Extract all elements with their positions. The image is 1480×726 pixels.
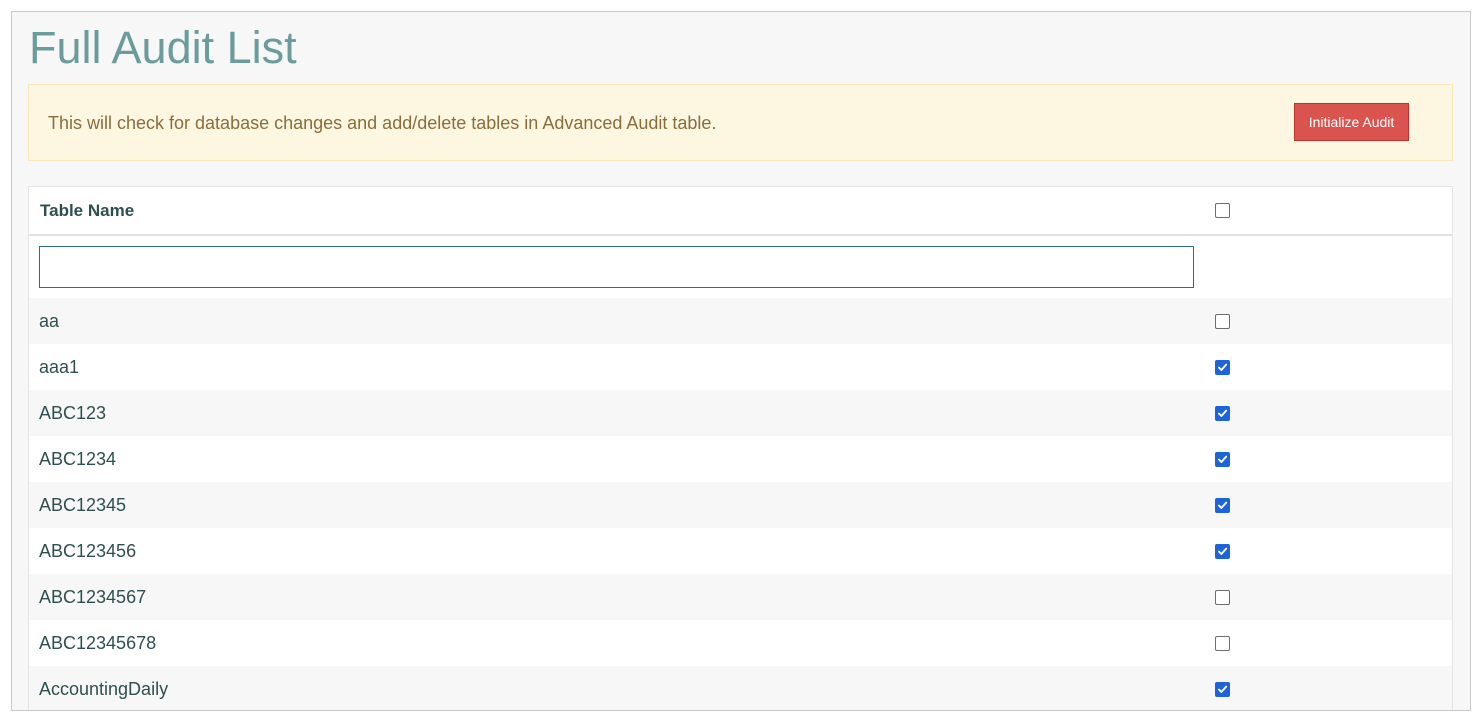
select-all-checkbox[interactable]	[1215, 203, 1230, 218]
table-row-name: ABC1234	[39, 449, 117, 469]
table-row-name: ABC12345678	[39, 633, 157, 653]
row-audit-checkbox[interactable]	[1215, 314, 1230, 329]
row-audit-checkbox[interactable]	[1215, 636, 1230, 651]
table-row-name: aa	[39, 311, 60, 331]
checkmark-icon	[1218, 685, 1228, 693]
table-row: ABC12345	[29, 482, 1452, 528]
table-row: ABC12345678	[29, 620, 1452, 666]
checkmark-icon	[1218, 409, 1228, 417]
row-audit-checkbox[interactable]	[1215, 452, 1230, 467]
checkmark-icon	[1218, 547, 1228, 555]
warning-alert: This will check for database changes and…	[28, 84, 1453, 161]
table-header: Table Name	[29, 187, 1452, 236]
table-row-name: aaa1	[39, 357, 80, 377]
checkmark-icon	[1218, 363, 1228, 371]
table-row-name: AccountingDaily	[39, 679, 169, 699]
row-audit-checkbox[interactable]	[1215, 406, 1230, 421]
page-title: Full Audit List	[29, 22, 297, 73]
row-audit-checkbox[interactable]	[1215, 498, 1230, 513]
audit-table: Table Name aa aaa1 ABC123 ABC1234 ABC12345 AB…	[28, 186, 1453, 710]
checkmark-icon	[1218, 455, 1228, 463]
table-row-name: ABC123	[39, 403, 107, 423]
table-row: aaa1	[29, 344, 1452, 390]
filter-row	[29, 236, 1452, 298]
row-audit-checkbox[interactable]	[1215, 590, 1230, 605]
table-row: AccountingDaily	[29, 666, 1452, 710]
table-row-name: ABC12345	[39, 495, 127, 515]
table-row: ABC1234	[29, 436, 1452, 482]
initialize-audit-button[interactable]: Initialize Audit	[1294, 103, 1409, 141]
alert-message: This will check for database changes and…	[48, 113, 717, 133]
checkmark-icon	[1218, 501, 1228, 509]
table-row: ABC1234567	[29, 574, 1452, 620]
table-row-name: ABC123456	[39, 541, 137, 561]
table-row-name: ABC1234567	[39, 587, 147, 607]
table-row: aa	[29, 298, 1452, 344]
row-audit-checkbox[interactable]	[1215, 360, 1230, 375]
row-audit-checkbox[interactable]	[1215, 682, 1230, 697]
audit-panel: Full Audit List This will check for data…	[11, 11, 1471, 711]
table-row: ABC123456	[29, 528, 1452, 574]
row-audit-checkbox[interactable]	[1215, 544, 1230, 559]
table-row: ABC123	[29, 390, 1452, 436]
table-name-filter-input[interactable]	[39, 246, 1194, 288]
table-body: aa aaa1 ABC123 ABC1234 ABC12345 ABC123456 ABC1…	[29, 298, 1452, 710]
column-header-table-name: Table Name	[40, 201, 135, 220]
